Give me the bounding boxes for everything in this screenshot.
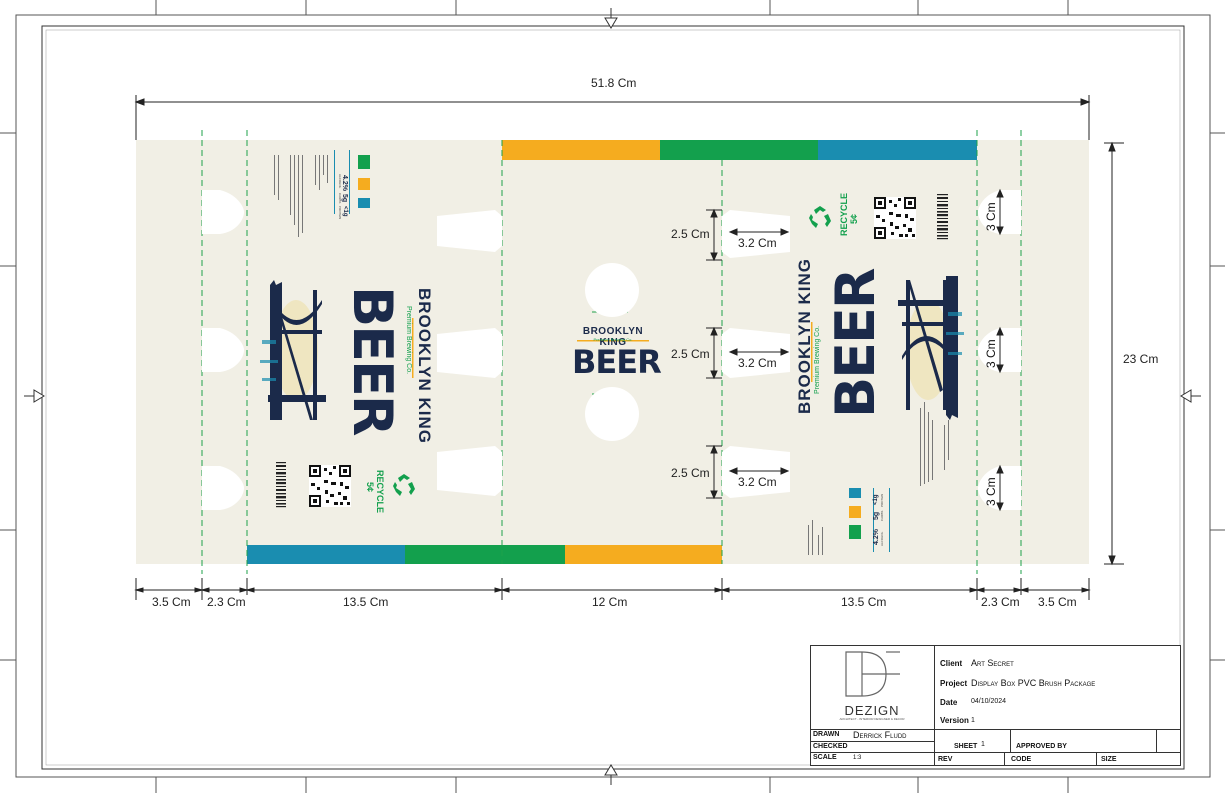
dim-window-height-1: 2.5 Cm bbox=[669, 227, 712, 241]
checked-label: CHECKED bbox=[813, 743, 848, 750]
panel3-recycle-label: RECYCLE bbox=[839, 192, 849, 236]
drawn-value: Derrick Fludd bbox=[853, 730, 907, 740]
dezign-logo-name: DEZIGN bbox=[844, 703, 900, 718]
panel1-protein-label: PROTEIN bbox=[338, 206, 342, 220]
panel3-carbs: 5g bbox=[873, 511, 880, 520]
drawn-label: DRAWN bbox=[813, 731, 840, 738]
panel1-alcohol-label: ALCOHOL bbox=[338, 174, 342, 189]
client-label: Client bbox=[940, 659, 963, 668]
dezign-logo-icon bbox=[845, 651, 900, 697]
panel3-protein: <1g bbox=[873, 494, 879, 505]
panel1-brand-subtitle: Premium Brewing Co. bbox=[405, 306, 412, 375]
scale-value: 1:3 bbox=[853, 755, 862, 761]
panel3-alcohol-label: ALCOHOL bbox=[880, 531, 884, 546]
code-label: CODE bbox=[1011, 756, 1032, 763]
client-value: Art Secret bbox=[971, 658, 1014, 668]
date-value: 04/10/2024 bbox=[971, 698, 1007, 705]
scale-label: SCALE bbox=[813, 754, 837, 761]
panel3-product-title: BEER bbox=[824, 269, 887, 418]
panel3-brand-name: BROOKLYN KING bbox=[795, 258, 814, 414]
dim-total-width: 51.8 Cm bbox=[589, 76, 639, 90]
dim-height: 23 Cm bbox=[1121, 352, 1161, 366]
panel1-recycle-value: 5¢ bbox=[365, 482, 375, 493]
panel1-carbs-label: CARBS bbox=[338, 193, 342, 204]
version-label: Version bbox=[940, 716, 969, 725]
panel1-brand-name: BROOKLYN KING bbox=[415, 288, 434, 444]
approved-label: APPROVED BY bbox=[1016, 743, 1067, 750]
panel3-carbs-label: CARBS bbox=[880, 510, 884, 521]
dim-segment-7: 3.5 Cm bbox=[1036, 595, 1079, 609]
project-value: Display Box PVC Brush Package bbox=[971, 678, 1096, 688]
date-label: Date bbox=[940, 698, 958, 707]
dim-window-width-3: 3.2 Cm bbox=[736, 475, 779, 489]
panel3-alcohol: 4.2% bbox=[873, 529, 880, 545]
panel1-recycle-label: RECYCLE bbox=[375, 470, 385, 514]
sheet-value: 1 bbox=[981, 741, 985, 748]
sheet-label: SHEET bbox=[954, 743, 978, 750]
dim-window-height-2: 2.5 Cm bbox=[669, 347, 712, 361]
dim-side-cut-3: 3 Cm bbox=[984, 477, 998, 506]
dim-segment-6: 2.3 Cm bbox=[979, 595, 1022, 609]
qr-code-left bbox=[309, 465, 351, 507]
dim-segment-2: 2.3 Cm bbox=[205, 595, 248, 609]
size-label: SIZE bbox=[1101, 756, 1117, 763]
dim-side-cut-1: 3 Cm bbox=[984, 202, 998, 231]
panel3-brand-subtitle: Premium Brewing Co. bbox=[814, 325, 821, 394]
panel3-recycle-value: 5¢ bbox=[849, 213, 859, 224]
panel2-product-title: BEER bbox=[572, 343, 662, 381]
dim-window-width-1: 3.2 Cm bbox=[736, 236, 779, 250]
dim-window-width-2: 3.2 Cm bbox=[736, 356, 779, 370]
qr-code-right bbox=[874, 197, 916, 239]
dim-side-cut-2: 3 Cm bbox=[984, 339, 998, 368]
panel1-product-title: BEER bbox=[341, 286, 404, 435]
panel3-protein-label: PROTEIN bbox=[880, 493, 884, 507]
project-label: Project bbox=[940, 679, 968, 688]
dim-segment-3: 13.5 Cm bbox=[341, 595, 391, 609]
dim-segment-1: 3.5 Cm bbox=[150, 595, 193, 609]
dim-segment-5: 13.5 Cm bbox=[839, 595, 889, 609]
dezign-logo-tagline: ARCHITECT - INTERIOR DESIGNER & DECOR bbox=[839, 717, 905, 721]
panel1-carbs: 5g bbox=[341, 194, 348, 203]
dim-segment-4: 12 Cm bbox=[590, 595, 630, 609]
panel1-alcohol: 4.2% bbox=[341, 175, 348, 191]
version-value: 1 bbox=[971, 717, 975, 724]
rev-label: REV bbox=[938, 756, 953, 763]
panel1-protein: <1g bbox=[342, 206, 348, 217]
dim-window-height-3: 2.5 Cm bbox=[669, 466, 712, 480]
